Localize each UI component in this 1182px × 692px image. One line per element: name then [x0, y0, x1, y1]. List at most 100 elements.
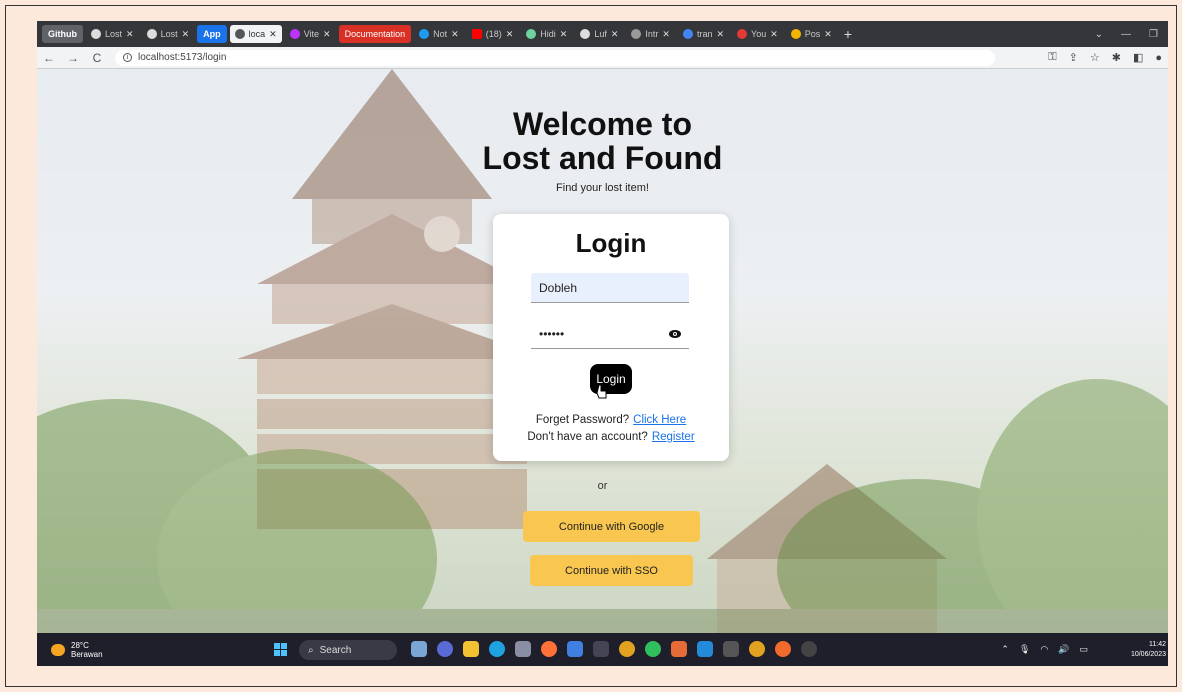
tab-vite[interactable]: Vite ✕ [285, 25, 336, 43]
app-icon[interactable] [801, 641, 817, 657]
tab-group-documentation[interactable]: Documentation [338, 25, 412, 43]
share-icon[interactable]: ⇪ [1069, 51, 1078, 64]
register-text: Don't have an account? [527, 431, 648, 443]
sidepanel-icon[interactable]: ◧ [1133, 51, 1143, 64]
system-tray: ⌃ 🎙 ◠ 🔊 ▭ [1001, 644, 1088, 655]
password-value: •••••• [539, 326, 565, 341]
chevron-down-icon[interactable]: ⌄ [1095, 29, 1103, 40]
reload-icon[interactable]: C [91, 51, 103, 65]
forgot-password-link[interactable]: Click Here [633, 414, 686, 426]
weather-widget[interactable]: 28°C Berawan [37, 641, 103, 659]
back-icon[interactable]: ← [43, 51, 55, 65]
volume-icon[interactable]: 🔊 [1058, 644, 1069, 655]
store-icon[interactable] [515, 641, 531, 657]
new-tab-button[interactable]: + [844, 26, 852, 42]
continue-with-sso-button[interactable]: Continue with SSO [530, 555, 693, 586]
tab-localhost[interactable]: loca ✕ [229, 25, 282, 43]
forward-icon[interactable]: → [67, 51, 79, 65]
continue-with-google-button[interactable]: Continue with Google [523, 511, 700, 542]
password-field[interactable]: •••••• [531, 319, 689, 349]
file-explorer-icon[interactable] [463, 641, 479, 657]
close-icon[interactable]: ✕ [560, 29, 568, 40]
close-icon[interactable]: ✕ [269, 29, 277, 40]
widgets-icon[interactable] [411, 641, 427, 657]
login-title: Login [575, 228, 647, 258]
edge-icon[interactable] [489, 641, 505, 657]
address-bar[interactable]: i localhost:5173/login [115, 49, 995, 66]
firefox-icon[interactable] [541, 641, 557, 657]
windows-start-icon[interactable] [274, 643, 287, 656]
info-icon[interactable]: i [123, 53, 132, 62]
tab-icon [790, 29, 801, 39]
star-icon[interactable]: ☆ [1090, 51, 1100, 64]
close-icon[interactable]: ✕ [824, 29, 832, 40]
close-icon[interactable]: ✕ [506, 29, 514, 40]
figma-icon[interactable] [671, 641, 687, 657]
browser-window: Github Lost ✕ Lost ✕ App loca ✕ Vite ✕ Docum… [37, 21, 1168, 666]
toolbar-icons: ⚿ ⇪ ☆ ✱ ◧ ● [1048, 51, 1162, 64]
battery-icon[interactable]: ▭ [1079, 644, 1088, 655]
page-title: Welcome to Lost and Found [37, 107, 1168, 175]
taskbar-search[interactable]: ⌕ Search [299, 640, 397, 660]
key-icon[interactable]: ⚿ [1048, 51, 1056, 64]
clock-date: 10/06/2023 [1130, 651, 1166, 658]
extensions-icon[interactable]: ✱ [1112, 51, 1121, 64]
tab-lost-2[interactable]: Lost ✕ [142, 25, 195, 43]
app-icon[interactable] [775, 641, 791, 657]
close-icon[interactable]: ✕ [323, 29, 331, 40]
github-icon [146, 29, 157, 39]
teams-icon[interactable] [437, 641, 453, 657]
tab-icon [526, 29, 537, 39]
chevron-up-icon[interactable]: ⌃ [1001, 644, 1009, 655]
github-icon [580, 29, 591, 39]
terminal-icon[interactable] [723, 641, 739, 657]
windows-taskbar: 28°C Berawan ⌕ Search ⌃ 🎙 ◠ 🔊 ▭ 11:42 10… [37, 633, 1168, 666]
tab-luf[interactable]: Luf ✕ [575, 25, 623, 43]
tab-group-github[interactable]: Github [42, 25, 83, 43]
vite-icon [289, 29, 300, 39]
tab-hidi[interactable]: Hidi ✕ [521, 25, 572, 43]
close-icon[interactable]: ✕ [451, 29, 459, 40]
chat-icon[interactable] [645, 641, 661, 657]
minimize-icon[interactable]: — [1121, 29, 1131, 40]
or-divider: or [597, 480, 608, 492]
vscode-icon[interactable] [697, 641, 713, 657]
globe-icon [234, 29, 245, 39]
hand-cursor-icon [596, 384, 607, 399]
username-field[interactable]: Dobleh [531, 273, 689, 303]
page-viewport: Welcome to Lost and Found Find your lost… [37, 69, 1168, 633]
avatar[interactable]: ● [1155, 52, 1162, 64]
tab-twitter[interactable]: Not ✕ [414, 25, 464, 43]
close-icon[interactable]: ✕ [716, 29, 724, 40]
tab-you[interactable]: You ✕ [732, 25, 783, 43]
close-icon[interactable]: ✕ [182, 29, 190, 40]
page-subtitle: Find your lost item! [556, 182, 649, 194]
close-icon[interactable]: ✕ [611, 29, 619, 40]
title-line-2: Lost and Found [482, 140, 723, 176]
wifi-icon[interactable]: ◠ [1040, 644, 1048, 655]
tab-group-app[interactable]: App [197, 25, 227, 43]
tab-intr[interactable]: Intr ✕ [626, 25, 675, 43]
app-icon[interactable] [593, 641, 609, 657]
restore-icon[interactable]: ❐ [1149, 29, 1158, 40]
close-icon[interactable]: ✕ [126, 29, 134, 40]
taskbar-apps [411, 641, 817, 657]
close-icon[interactable]: ✕ [662, 29, 670, 40]
close-icon[interactable]: ✕ [770, 29, 778, 40]
twitter-icon [419, 29, 430, 39]
tab-strip: Github Lost ✕ Lost ✕ App loca ✕ Vite ✕ Docum… [37, 21, 1168, 47]
register-link[interactable]: Register [652, 431, 695, 443]
tab-google[interactable]: tran ✕ [678, 25, 729, 43]
clock-time: 11:42 [1149, 641, 1166, 648]
tab-youtube[interactable]: (18) ✕ [467, 25, 519, 43]
eye-icon[interactable] [669, 329, 681, 339]
chrome-icon[interactable] [749, 641, 765, 657]
forgot-password-row: Forget Password? Click Here [493, 414, 729, 426]
tab-lost-1[interactable]: Lost ✕ [86, 25, 139, 43]
chrome-icon[interactable] [619, 641, 635, 657]
tab-pos[interactable]: Pos ✕ [786, 25, 837, 43]
clock[interactable]: 11:42 10/06/2023 [1131, 640, 1166, 660]
mic-icon[interactable]: 🎙 [1019, 644, 1030, 655]
app-icon[interactable] [567, 641, 583, 657]
search-icon: ⌕ [308, 644, 314, 656]
